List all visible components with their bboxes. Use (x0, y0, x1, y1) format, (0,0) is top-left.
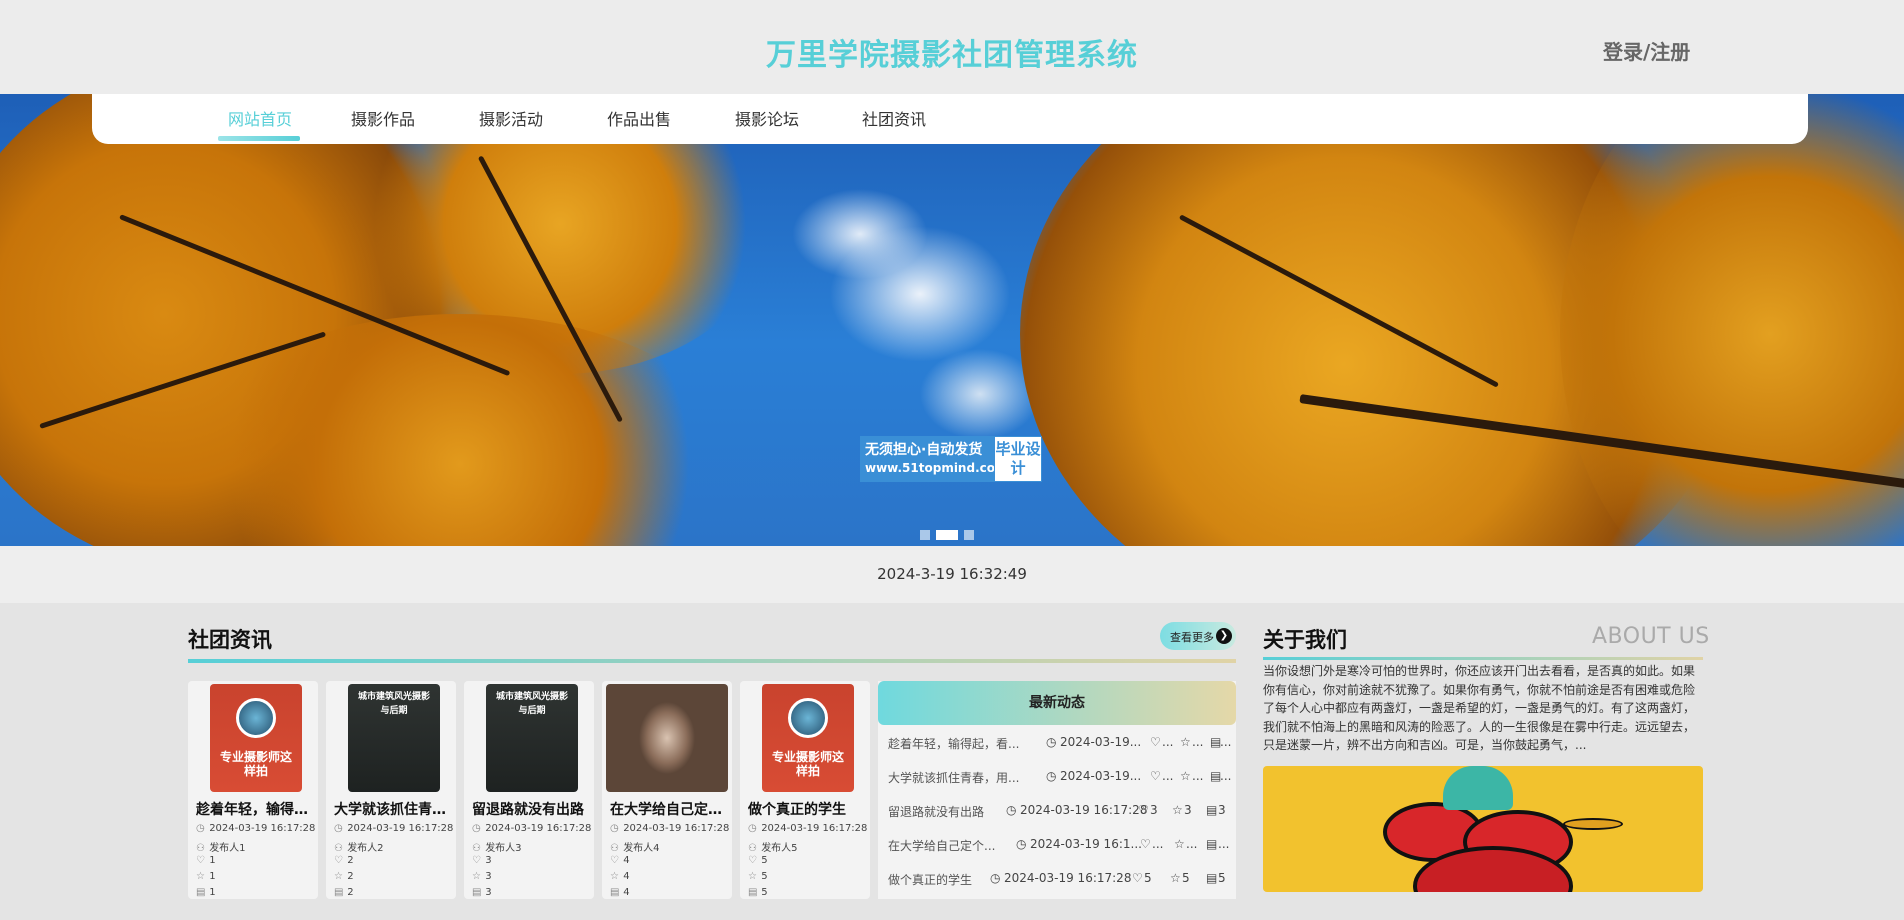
nav-photo-activities[interactable]: 摄影活动 (479, 106, 543, 130)
view-more-button[interactable]: 查看更多 ❯ (1160, 622, 1236, 650)
news-card[interactable]: 城市建筑风光摄影与后期 大学就该抓住青春，用... ◷ 2024-03-19 1… (326, 681, 456, 899)
site-header: 万里学院摄影社团管理系统 登录/注册 (0, 0, 1904, 94)
comment-icon: ▤ (334, 887, 344, 898)
news-card[interactable]: 专业摄影师这样拍 趁着年轻，输得起，看... ◷ 2024-03-19 16:1… (188, 681, 318, 899)
news-card-title: 趁着年轻，输得起，看... (196, 802, 314, 818)
star-icon: ☆ (196, 871, 205, 882)
user-icon: ⚇ (196, 843, 205, 854)
like-icon: ♡ (1138, 803, 1149, 817)
like-icon: ♡ (334, 855, 343, 866)
main-nav: 网站首页 摄影作品 摄影活动 作品出售 摄影论坛 社团资讯 (92, 94, 1808, 144)
latest-row[interactable]: 留退路就没有出路 ◷ 2024-03-19 16:17:28 ♡ 3 ☆ 3 ▤… (888, 799, 1228, 823)
news-card-title: 在大学给自己定个目标 (610, 802, 728, 818)
about-title-en: ABOUT US (1592, 624, 1710, 649)
star-icon: ☆ (334, 871, 343, 882)
clock-icon: ◷ (1006, 803, 1017, 817)
latest-row[interactable]: 趁着年轻，输得起，看... ◷ 2024-03-19... ♡ ... ☆ ..… (888, 731, 1231, 755)
news-card[interactable]: 专业摄影师这样拍 做个真正的学生 ◷ 2024-03-19 16:17:28 ⚇… (740, 681, 870, 899)
like-icon: ♡ (1132, 871, 1143, 885)
character-graphic (1443, 766, 1513, 810)
news-thumbnail: 城市建筑风光摄影与后期 (348, 684, 440, 792)
arrow-right-icon: ❯ (1216, 628, 1232, 644)
camera-lens-graphic (236, 698, 276, 738)
comment-icon: ▤ (1206, 803, 1218, 817)
clock-icon: ◷ (990, 871, 1001, 885)
watermark-badge: 毕业设计 (994, 436, 1042, 482)
like-icon: ♡ (748, 855, 757, 866)
news-card-title: 做个真正的学生 (748, 802, 846, 818)
carousel-dot[interactable] (964, 530, 974, 540)
nav-photo-forum[interactable]: 摄影论坛 (735, 106, 799, 130)
latest-updates-panel: 最新动态 趁着年轻，输得起，看... ◷ 2024-03-19... ♡ ...… (878, 681, 1236, 899)
user-icon: ⚇ (472, 843, 481, 854)
comment-icon: ▤ (196, 887, 206, 898)
clock-icon: ◷ (1046, 769, 1057, 783)
about-title-underline (1263, 657, 1703, 660)
like-icon: ♡ (1150, 735, 1161, 749)
star-icon: ☆ (1172, 803, 1183, 817)
clock-icon: ◷ (472, 823, 481, 834)
watermark-line1: 无须担心·自动发货 (865, 442, 983, 458)
view-more-label: 查看更多 (1170, 631, 1214, 644)
nav-club-news[interactable]: 社团资讯 (862, 106, 926, 130)
star-icon: ☆ (1180, 735, 1191, 749)
news-thumbnail: 城市建筑风光摄影与后期 (486, 684, 578, 792)
like-icon: ♡ (1150, 769, 1161, 783)
user-icon: ⚇ (610, 843, 619, 854)
star-icon: ☆ (1180, 769, 1191, 783)
login-register-link[interactable]: 登录/注册 (1603, 36, 1690, 65)
news-thumbnail: 专业摄影师这样拍 (762, 684, 854, 792)
about-title: 关于我们 (1263, 628, 1347, 652)
like-icon: ♡ (1140, 837, 1151, 851)
about-text: 当你设想门外是寒冷可怕的世界时，你还应该开门出去看看，是否真的如此。如果你有信心… (1263, 664, 1696, 752)
comment-icon: ▤ (748, 887, 758, 898)
watermark-url: www.51topmind.com (865, 461, 1008, 475)
news-card-title: 大学就该抓住青春，用... (334, 802, 452, 818)
news-thumbnail (606, 684, 728, 792)
latest-updates-title: 最新动态 (878, 681, 1236, 725)
clock-icon: ◷ (1046, 735, 1057, 749)
latest-row[interactable]: 在大学给自己定个... ◷ 2024-03-19 16:1... ♡ ... ☆… (888, 833, 1229, 857)
comment-icon: ▤ (1206, 871, 1218, 885)
about-illustration (1263, 766, 1703, 892)
watermark: 无须担心·自动发货 www.51topmind.com 毕业设计 (860, 436, 1042, 482)
news-title-underline (188, 659, 1236, 663)
star-icon: ☆ (748, 871, 757, 882)
news-card-title: 留退路就没有出路 (472, 802, 584, 818)
star-icon: ☆ (1170, 871, 1181, 885)
clock-icon: ◷ (1016, 837, 1027, 851)
news-section-title: 社团资讯 (188, 628, 272, 652)
nav-works-sale[interactable]: 作品出售 (607, 106, 671, 130)
cymbal-graphic (1563, 818, 1623, 830)
latest-row[interactable]: 做个真正的学生 ◷ 2024-03-19 16:17:28 ♡ 5 ☆ 5 ▤ … (888, 867, 1228, 891)
news-card[interactable]: 城市建筑风光摄影与后期 留退路就没有出路 ◷ 2024-03-19 16:17:… (464, 681, 594, 899)
news-thumbnail: 专业摄影师这样拍 (210, 684, 302, 792)
comment-icon: ▤ (472, 887, 482, 898)
news-card[interactable]: 在大学给自己定个目标 ◷ 2024-03-19 16:17:28 ⚇ 发布人4 … (602, 681, 732, 899)
clock-icon: ◷ (334, 823, 343, 834)
carousel-dot-active[interactable] (936, 530, 958, 540)
star-icon: ☆ (610, 871, 619, 882)
star-icon: ☆ (1174, 837, 1185, 851)
carousel-dot[interactable] (920, 530, 930, 540)
nav-photo-works[interactable]: 摄影作品 (351, 106, 415, 130)
camera-lens-graphic (788, 698, 828, 738)
clock-icon: ◷ (748, 823, 757, 834)
like-icon: ♡ (472, 855, 481, 866)
clock-icon: ◷ (196, 823, 205, 834)
user-icon: ⚇ (334, 843, 343, 854)
current-datetime: 2024-3-19 16:32:49 (877, 565, 1027, 583)
like-icon: ♡ (610, 855, 619, 866)
like-icon: ♡ (196, 855, 205, 866)
carousel-dots (920, 530, 974, 540)
comment-icon: ▤ (610, 887, 620, 898)
nav-home[interactable]: 网站首页 (228, 106, 292, 130)
latest-row[interactable]: 大学就该抓住青春，用... ◷ 2024-03-19... ♡ ... ☆ ..… (888, 765, 1231, 789)
user-icon: ⚇ (748, 843, 757, 854)
star-icon: ☆ (472, 871, 481, 882)
nav-active-indicator (218, 136, 300, 141)
comment-icon: ▤ (1206, 837, 1218, 851)
clock-icon: ◷ (610, 823, 619, 834)
